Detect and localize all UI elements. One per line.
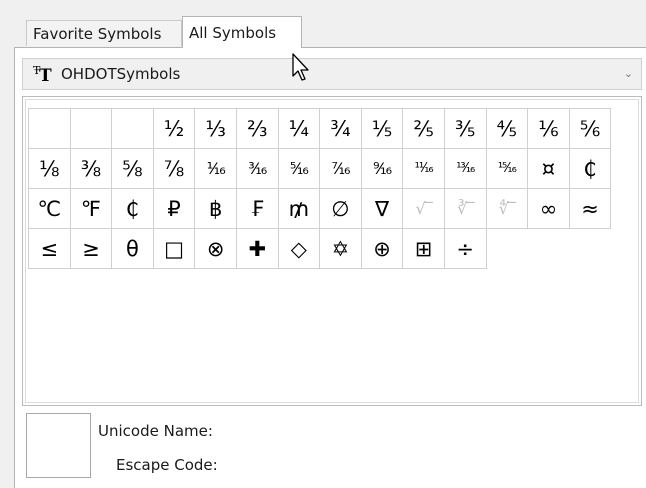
symbol-cell[interactable]: ⁵⁄₁₆ [278, 149, 321, 189]
symbol-cell[interactable]: ⅓ [195, 109, 237, 149]
symbol-cell[interactable]: √‾ [403, 189, 445, 229]
symbol-cell[interactable]: θ [112, 229, 154, 269]
symbol-cell[interactable]: □ [153, 229, 196, 269]
escape-code-label: Escape Code: [116, 456, 218, 474]
symbol-cell[interactable] [70, 109, 113, 149]
symbol-cell[interactable]: ≤ [29, 229, 71, 269]
symbol-cell[interactable]: ◇ [278, 229, 321, 269]
symbol-cell[interactable]: ⅘ [486, 109, 529, 149]
symbol-cell[interactable]: ½ [153, 109, 196, 149]
symbol-cell[interactable]: ⅖ [403, 109, 445, 149]
tab-strip: Favorite Symbols All Symbols [0, 0, 646, 48]
symbol-cell[interactable]: ≈ [569, 189, 612, 229]
symbol-cell[interactable]: ¹⁵⁄₁₆ [486, 149, 529, 189]
symbol-cell[interactable]: ¾ [320, 109, 362, 149]
tab-favorite-symbols[interactable]: Favorite Symbols [26, 20, 182, 46]
symbol-cell[interactable]: ℃ [29, 189, 71, 229]
symbol-cell[interactable]: ∞ [528, 189, 570, 229]
symbol-cell[interactable]: ⁹⁄₁₆ [361, 149, 404, 189]
symbol-cell[interactable]: ÷ [444, 229, 487, 269]
symbol-cell[interactable]: ✚ [236, 229, 279, 269]
symbol-cell[interactable]: ₵ [112, 189, 154, 229]
symbol-cell[interactable]: ∅ [320, 189, 362, 229]
symbol-cell[interactable]: ⊞ [403, 229, 445, 269]
symbol-cell[interactable]: ∜‾ [486, 189, 529, 229]
symbol-cell[interactable]: ∛‾ [444, 189, 487, 229]
symbol-cell[interactable]: ⅔ [236, 109, 279, 149]
symbol-cell[interactable]: ¤ [528, 149, 570, 189]
symbol-cell[interactable] [29, 109, 71, 149]
symbol-cell[interactable]: ₽ [153, 189, 196, 229]
symbol-cell[interactable]: ₵ [569, 149, 612, 189]
symbol-cell[interactable]: ⅙ [528, 109, 570, 149]
symbol-cell[interactable]: ⅞ [153, 149, 196, 189]
symbol-cell[interactable]: ₣ [236, 189, 279, 229]
symbol-cell[interactable]: ℉ [70, 189, 113, 229]
symbol-cell[interactable]: ⅜ [70, 149, 113, 189]
symbol-cell[interactable]: ⅚ [569, 109, 612, 149]
tab-all-symbols[interactable]: All Symbols [182, 16, 302, 48]
symbol-cell[interactable]: ✡ [320, 229, 362, 269]
symbol-cell[interactable]: ³⁄₁₆ [236, 149, 279, 189]
font-dropdown-value: OHDOTSymbols [61, 65, 181, 83]
symbol-cell[interactable]: ₥ [278, 189, 321, 229]
symbol-cell[interactable]: ⊗ [195, 229, 237, 269]
unicode-name-label: Unicode Name: [98, 422, 213, 440]
symbol-cell[interactable]: ≥ [70, 229, 113, 269]
chevron-down-icon: ⌄ [623, 67, 633, 80]
symbol-cell[interactable]: ¹¹⁄₁₆ [403, 149, 445, 189]
symbol-grid: ½ ⅓ ⅔ ¼ ¾ ⅕ ⅖ ⅗ ⅘ ⅙ ⅚ ⅛ ⅜ ⅝ ⅞ ¹⁄₁₆ ³⁄₁₆ ⁵⁄₁₆ ⁷⁄₁₆ ⁹⁄₁₆ ¹¹⁄₁₆… [28, 108, 612, 269]
symbol-cell[interactable]: ¼ [278, 109, 321, 149]
symbol-cell[interactable]: ∇ [361, 189, 404, 229]
symbol-cell[interactable]: ⅝ [112, 149, 154, 189]
symbol-cell[interactable]: ⊕ [361, 229, 404, 269]
mouse-cursor-icon [292, 53, 309, 81]
symbol-preview [26, 413, 91, 478]
symbol-cell[interactable]: ¹⁄₁₆ [195, 149, 237, 189]
font-dropdown[interactable]: ŦT OHDOTSymbols ⌄ [22, 58, 642, 90]
symbol-cell[interactable]: ⁷⁄₁₆ [320, 149, 362, 189]
symbol-cell[interactable] [112, 109, 154, 149]
symbol-cell[interactable]: ฿ [195, 189, 237, 229]
symbol-cell[interactable]: ⅛ [29, 149, 71, 189]
font-type-icon: ŦT [33, 64, 52, 86]
symbol-cell[interactable]: ⅗ [444, 109, 487, 149]
symbol-cell[interactable]: ¹³⁄₁₆ [444, 149, 487, 189]
symbol-cell[interactable]: ⅕ [361, 109, 404, 149]
